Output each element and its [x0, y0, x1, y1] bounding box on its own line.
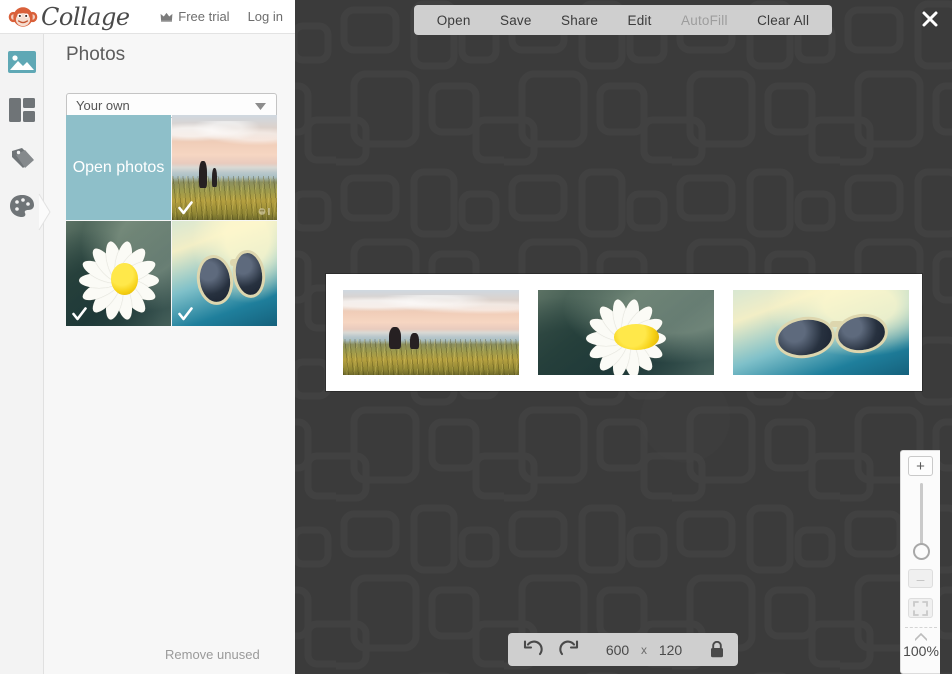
palette-icon — [10, 195, 34, 217]
app-header: Collage Free trial Log in — [0, 0, 295, 34]
edit-button[interactable]: Edit — [622, 10, 658, 31]
save-button[interactable]: Save — [494, 10, 538, 31]
photos-panel: Photos Your own Open photos Remove unuse… — [44, 34, 295, 674]
open-button[interactable]: Open — [431, 10, 477, 31]
lock-closed-icon[interactable] — [710, 641, 724, 658]
canvas-width-value[interactable]: 600 — [604, 642, 631, 658]
fit-to-screen-icon — [913, 600, 928, 616]
collage-cell-daisy[interactable] — [538, 290, 714, 375]
photo-sunglasses — [733, 290, 909, 375]
zoom-slider-track[interactable] — [920, 483, 923, 545]
tags-icon — [12, 148, 34, 168]
canvas-dimensions: 600 x 120 — [604, 642, 684, 658]
autofill-button: AutoFill — [681, 12, 728, 28]
collage-canvas[interactable] — [326, 274, 922, 391]
chevron-up-icon[interactable] — [915, 633, 927, 641]
rail-item-photos[interactable] — [6, 46, 38, 78]
open-photos-label: Open photos — [72, 159, 165, 176]
zoom-out-button: – — [908, 569, 933, 588]
brand-logo[interactable]: Collage — [8, 3, 130, 31]
login-label: Log in — [247, 9, 283, 24]
selected-check-icon — [178, 307, 193, 321]
thumbnail-beach[interactable] — [172, 115, 277, 220]
left-panel: Photos Your own Open photos Remove unuse… — [0, 34, 295, 674]
fit-to-screen-button — [908, 598, 933, 618]
header-links: Free trial Log in — [160, 9, 283, 24]
selected-check-icon — [178, 201, 193, 215]
rail-item-swatch[interactable] — [6, 142, 38, 174]
collage-cell-beach[interactable] — [343, 290, 519, 375]
photo-source-value: Your own — [76, 98, 130, 113]
collage-app-window: Open Save Share Edit AutoFill Clear All — [0, 0, 952, 674]
selected-check-icon — [72, 307, 87, 321]
image-icon — [8, 51, 36, 73]
dimension-separator: x — [641, 642, 647, 657]
rail-item-palette[interactable] — [6, 190, 38, 222]
layout-icon — [9, 98, 35, 122]
free-trial-label: Free trial — [178, 9, 230, 24]
zoom-slider-handle[interactable] — [913, 543, 930, 560]
divider — [905, 627, 937, 628]
free-trial-link[interactable]: Free trial — [160, 9, 230, 24]
open-photos-tile[interactable]: Open photos — [66, 115, 171, 220]
zoom-in-button[interactable]: + — [908, 456, 933, 476]
zoom-level-value: 100% — [903, 643, 939, 659]
tool-rail — [0, 34, 51, 674]
thumbnail-shades[interactable] — [172, 221, 277, 326]
monkey-logo-icon — [8, 6, 38, 27]
photo-beach-sunset — [343, 290, 519, 375]
collage-cell-shades[interactable] — [733, 290, 909, 375]
zoom-panel: + – 100% — [900, 450, 940, 674]
login-link[interactable]: Log in — [248, 9, 283, 24]
clear-all-button[interactable]: Clear All — [751, 10, 815, 31]
crown-icon — [160, 12, 173, 22]
remove-unused-button[interactable]: Remove unused — [165, 647, 260, 662]
photo-thumbnail-grid: Open photos — [66, 115, 299, 334]
canvas-height-value[interactable]: 120 — [657, 642, 684, 658]
share-button[interactable]: Share — [555, 10, 604, 31]
page-title: Photos — [66, 44, 126, 65]
redo-icon[interactable] — [558, 639, 580, 661]
photo-daisy-flower — [538, 290, 714, 375]
main-toolbar: Open Save Share Edit AutoFill Clear All — [414, 5, 832, 35]
thumbnail-daisy[interactable] — [66, 221, 171, 326]
chevron-down-icon — [255, 97, 266, 115]
watermark-icon — [258, 208, 270, 215]
close-icon[interactable] — [919, 8, 941, 30]
brand-wordmark: Collage — [41, 2, 130, 31]
undo-icon[interactable] — [522, 639, 544, 661]
canvas-bottom-toolbar: 600 x 120 — [508, 633, 738, 666]
rail-item-layouts[interactable] — [6, 94, 38, 126]
